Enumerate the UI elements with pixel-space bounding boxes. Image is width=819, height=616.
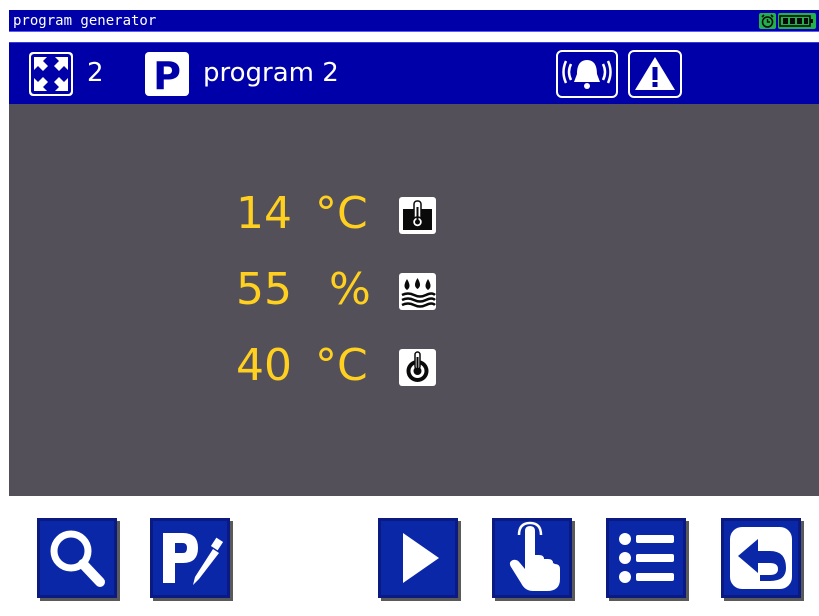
search-button[interactable] bbox=[37, 518, 117, 598]
touch-button[interactable] bbox=[492, 518, 572, 598]
edit-program-button[interactable] bbox=[150, 518, 230, 598]
alarm-clock-icon bbox=[759, 13, 776, 29]
svg-text:P: P bbox=[153, 54, 181, 96]
bottom-toolbar bbox=[0, 496, 819, 616]
readings-panel: 14 °C 55 % 40 °C bbox=[9, 104, 819, 496]
reading-value: 55 bbox=[236, 264, 292, 315]
list-icon bbox=[619, 533, 674, 583]
hand-pointer-icon bbox=[509, 521, 560, 591]
program-name: program 2 bbox=[203, 58, 339, 88]
play-icon bbox=[403, 533, 439, 583]
program-count: 2 bbox=[87, 58, 104, 88]
search-icon bbox=[50, 530, 105, 587]
window-title: program generator bbox=[13, 13, 157, 29]
humidity-icon bbox=[399, 273, 436, 310]
reading-unit: % bbox=[329, 264, 371, 315]
warning-triangle-icon[interactable] bbox=[628, 50, 682, 98]
collapse-arrows-icon[interactable] bbox=[29, 52, 73, 96]
reading-value: 14 bbox=[236, 188, 292, 239]
bell-alarm-icon[interactable] bbox=[556, 50, 618, 98]
header-bar: 2 P program 2 bbox=[9, 42, 819, 104]
status-icons bbox=[759, 13, 816, 29]
reading-unit: °C bbox=[315, 340, 368, 391]
title-bar: program generator bbox=[9, 10, 819, 32]
back-arrow-icon bbox=[730, 527, 792, 589]
play-button[interactable] bbox=[378, 518, 458, 598]
battery-icon bbox=[778, 13, 816, 29]
reading-unit: °C bbox=[315, 188, 368, 239]
probe-temperature-icon bbox=[399, 349, 436, 386]
edit-program-icon bbox=[163, 533, 224, 585]
p-icon: P bbox=[145, 52, 189, 98]
reading-value: 40 bbox=[236, 340, 292, 391]
tank-temperature-icon bbox=[399, 197, 436, 234]
list-button[interactable] bbox=[606, 518, 686, 598]
back-button[interactable] bbox=[721, 518, 801, 598]
